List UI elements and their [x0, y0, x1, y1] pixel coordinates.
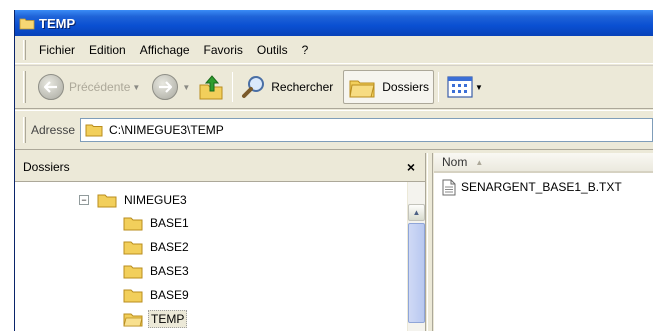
menu-favoris[interactable]: Favoris	[197, 39, 250, 61]
scroll-thumb[interactable]	[408, 223, 425, 323]
back-arrow-icon	[38, 74, 64, 100]
address-bar: Adresse C:\NIMEGUE3\TEMP	[15, 110, 653, 150]
folders-button[interactable]: Dossiers	[343, 70, 434, 104]
views-dropdown-icon[interactable]: ▼	[475, 83, 483, 92]
search-button[interactable]: Rechercher	[237, 70, 337, 104]
tree-item-label: BASE3	[150, 264, 189, 278]
tree-item-label: BASE2	[150, 240, 189, 254]
folders-pane-title: Dossiers	[23, 160, 70, 174]
magnifier-icon	[242, 76, 265, 98]
sort-ascending-icon: ▲	[475, 157, 484, 167]
tree-item-label: TEMP	[148, 310, 188, 328]
toolbar-grip[interactable]	[23, 71, 26, 103]
folder-icon	[85, 124, 103, 137]
column-name-label: Nom	[442, 155, 468, 169]
folder-icon	[19, 18, 35, 30]
menu-fichier[interactable]: Fichier	[32, 39, 82, 61]
explorer-window: TEMP Fichier Edition Affichage Favoris O…	[14, 10, 653, 331]
folders-icon	[349, 80, 375, 98]
menu-outils[interactable]: Outils	[250, 39, 295, 61]
toolbar-separator	[232, 72, 234, 102]
up-folder-icon	[199, 75, 223, 100]
file-item[interactable]: SENARGENT_BASE1_B.TXT	[434, 177, 653, 197]
scroll-up-icon[interactable]: ▲	[408, 204, 425, 221]
address-label: Adresse	[31, 123, 76, 137]
back-dropdown-icon[interactable]: ▼	[132, 83, 140, 92]
forward-dropdown-icon[interactable]: ▼	[182, 83, 190, 92]
forward-button[interactable]: ▼	[148, 70, 194, 104]
menu-affichage[interactable]: Affichage	[133, 39, 197, 61]
file-list-pane: Nom ▲ SENARGENT_BASE1_B.TXT	[434, 153, 653, 331]
standard-toolbar: Précédente ▼ ▼ Rechercher Dossiers ▼	[15, 65, 653, 109]
text-file-icon	[442, 179, 456, 195]
folders-pane: Dossiers × − NIMEGUE3 BASE1 BASE2 BASE3 …	[15, 153, 426, 331]
tree-item-nimegue3[interactable]: − NIMEGUE3	[79, 190, 189, 210]
tree-item-base9[interactable]: BASE9	[123, 285, 191, 305]
folder-icon	[123, 265, 143, 279]
address-grip[interactable]	[23, 117, 26, 143]
tree-item-base2[interactable]: BASE2	[123, 237, 191, 257]
back-label: Précédente	[69, 80, 131, 94]
up-button[interactable]	[194, 70, 228, 104]
collapse-icon[interactable]: −	[79, 195, 89, 205]
window-title: TEMP	[39, 15, 76, 31]
file-name: SENARGENT_BASE1_B.TXT	[461, 180, 622, 194]
menu-bar: Fichier Edition Affichage Favoris Outils…	[15, 36, 653, 64]
views-button[interactable]: ▼	[443, 70, 487, 104]
column-header-name[interactable]: Nom ▲	[434, 153, 653, 173]
tree-item-temp[interactable]: TEMP	[123, 309, 188, 329]
back-button[interactable]: Précédente ▼	[34, 70, 144, 104]
pane-splitter[interactable]	[427, 153, 433, 331]
tree-item-label: BASE1	[150, 216, 189, 230]
views-icon	[447, 76, 473, 98]
tree-item-base3[interactable]: BASE3	[123, 261, 191, 281]
menu-help[interactable]: ?	[295, 39, 316, 61]
folder-icon	[97, 194, 117, 208]
title-bar[interactable]: TEMP	[15, 10, 653, 36]
menu-edition[interactable]: Edition	[82, 39, 133, 61]
open-folder-icon	[123, 313, 143, 327]
folder-tree-scrollbar[interactable]: ▲	[407, 182, 425, 331]
folder-tree: − NIMEGUE3 BASE1 BASE2 BASE3 BASE9 TEMP	[15, 182, 425, 331]
toolbar-separator	[437, 72, 439, 102]
tree-item-base1[interactable]: BASE1	[123, 213, 191, 233]
folder-icon	[123, 289, 143, 303]
folders-label: Dossiers	[382, 80, 429, 94]
close-icon[interactable]: ×	[407, 159, 415, 175]
folder-icon	[123, 241, 143, 255]
address-input[interactable]: C:\NIMEGUE3\TEMP	[80, 118, 653, 142]
menu-grip[interactable]	[23, 39, 26, 60]
folder-icon	[123, 217, 143, 231]
tree-item-label: NIMEGUE3	[124, 193, 187, 207]
search-label: Rechercher	[271, 80, 334, 94]
forward-arrow-icon	[152, 74, 179, 100]
address-value: C:\NIMEGUE3\TEMP	[109, 123, 224, 137]
folders-pane-header: Dossiers ×	[15, 153, 425, 182]
tree-item-label: BASE9	[150, 288, 189, 302]
